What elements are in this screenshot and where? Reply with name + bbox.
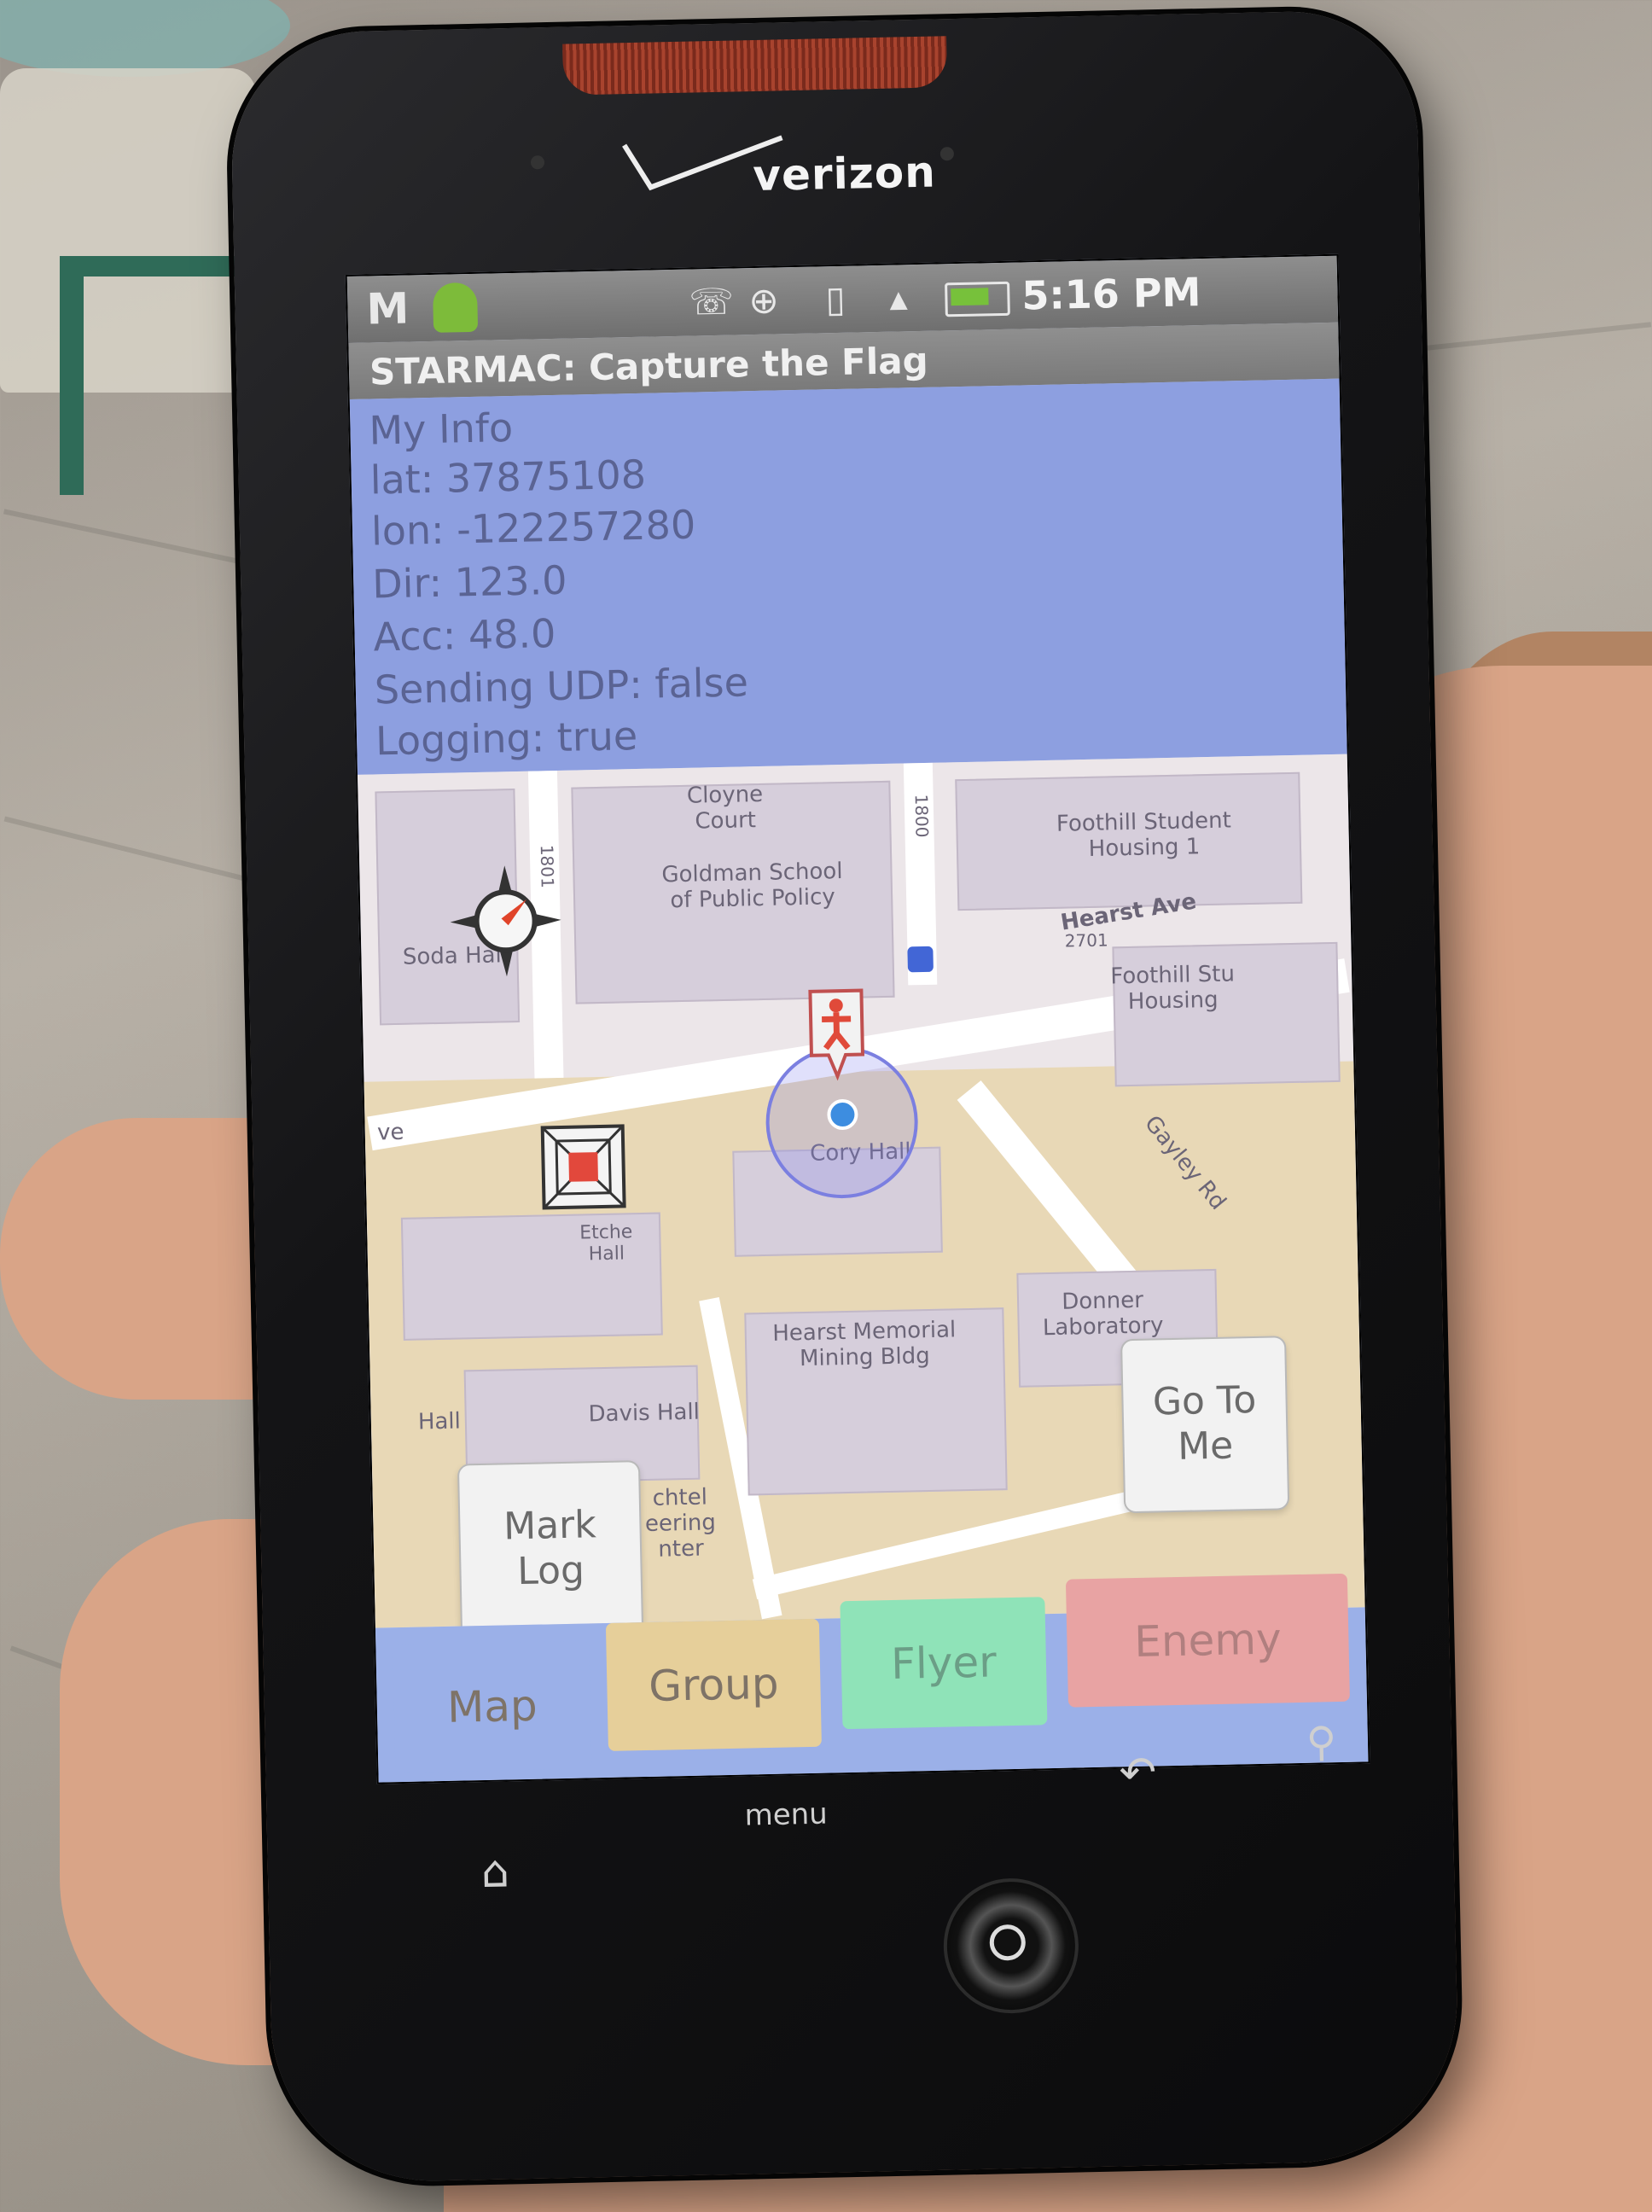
player-marker-icon[interactable]: [806, 986, 867, 1081]
map-label-donner-lab: Donner Laboratory: [1042, 1287, 1164, 1342]
phone-screen: M ☏ ⊕ ▯ ▴ 5:16 PM STARMAC: Capture the F…: [345, 253, 1370, 1784]
gps-icon: ⊕: [747, 279, 780, 323]
map-label-etcheverry: Etche Hall: [579, 1221, 633, 1266]
android-notification-icon: [432, 282, 479, 333]
app-title: STARMAC: Capture the Flag: [369, 339, 929, 393]
my-info-heading: My Info: [368, 404, 514, 454]
info-direction: Dir: 123.0: [371, 556, 567, 608]
map-label-hearst-mining: Hearst Memorial Mining Bldg: [772, 1317, 957, 1372]
go-to-me-button[interactable]: Go To Me: [1120, 1336, 1290, 1514]
info-latitude: lat: 37875108: [369, 451, 647, 504]
home-key-icon[interactable]: ⌂: [480, 1846, 509, 1898]
tab-flyer[interactable]: Flyer: [840, 1597, 1048, 1730]
map-label-foothill-housing-1: Foothill Student Housing 1: [1056, 807, 1232, 862]
tab-enemy-label: Enemy: [1133, 1614, 1283, 1668]
background-table: [0, 0, 290, 77]
tab-group[interactable]: Group: [605, 1618, 822, 1751]
tab-flyer-label: Flyer: [890, 1637, 998, 1690]
network-signal-icon: ▴: [888, 276, 909, 319]
my-info-panel: My Info lat: 37875108 lon: -122257280 Di…: [349, 378, 1347, 775]
info-sending-udp: Sending UDP: false: [374, 659, 749, 713]
map-label-2701: 2701: [1064, 929, 1108, 952]
bottom-tab-bar: Map Group Flyer Enemy: [375, 1573, 1369, 1783]
my-location-icon: [827, 1099, 858, 1131]
search-key-icon[interactable]: ⚲: [1306, 1718, 1336, 1767]
battery-icon: [945, 281, 1010, 317]
back-key-icon[interactable]: ↶: [1119, 1748, 1157, 1800]
phone-signal-icon: ☏: [688, 280, 735, 323]
optical-trackpad[interactable]: [942, 1877, 1080, 2015]
map-label-foothill-housing: Foothill Stu Housing: [1109, 961, 1236, 1016]
tab-map[interactable]: Map: [393, 1640, 592, 1773]
menu-key[interactable]: menu: [744, 1797, 828, 1833]
map-label-cloyne-court: Cloyne Court: [686, 781, 764, 835]
map-label-goldman-school: Goldman School of Public Policy: [661, 858, 843, 914]
info-longitude: lon: -122257280: [370, 501, 696, 555]
map-label-hall: Hall: [417, 1408, 462, 1435]
bus-stop-icon: [907, 946, 934, 973]
flag-marker-icon[interactable]: [536, 1119, 631, 1214]
brand-logo: verizon: [752, 147, 937, 201]
background-chair: [0, 68, 256, 393]
vibrate-icon: ▯: [824, 277, 846, 321]
chair-leg: [60, 256, 247, 276]
tab-enemy[interactable]: Enemy: [1065, 1573, 1350, 1708]
phone-device: verizon M ☏ ⊕ ▯ ▴ 5:16 PM STARMAC: Captu…: [229, 9, 1461, 2185]
map-label-davis-hall: Davis Hall: [588, 1399, 701, 1428]
front-camera: [939, 147, 955, 161]
mark-log-button[interactable]: Mark Log: [457, 1460, 644, 1628]
map-view[interactable]: Cloyne Court Goldman School of Public Po…: [357, 754, 1365, 1628]
tab-group-label: Group: [648, 1658, 780, 1711]
compass-icon: [450, 865, 561, 977]
chair-leg: [60, 256, 84, 495]
earpiece-speaker: [562, 36, 948, 96]
info-accuracy: Acc: 48.0: [373, 609, 556, 661]
status-clock: 5:16 PM: [1021, 269, 1201, 319]
tab-map-label: Map: [446, 1680, 538, 1732]
front-sensor: [530, 155, 545, 170]
map-label-1800: 1800: [910, 794, 933, 838]
gmail-notification-icon: M: [365, 283, 410, 335]
map-label-ve: ve: [376, 1119, 404, 1146]
info-logging: Logging: true: [375, 712, 638, 765]
